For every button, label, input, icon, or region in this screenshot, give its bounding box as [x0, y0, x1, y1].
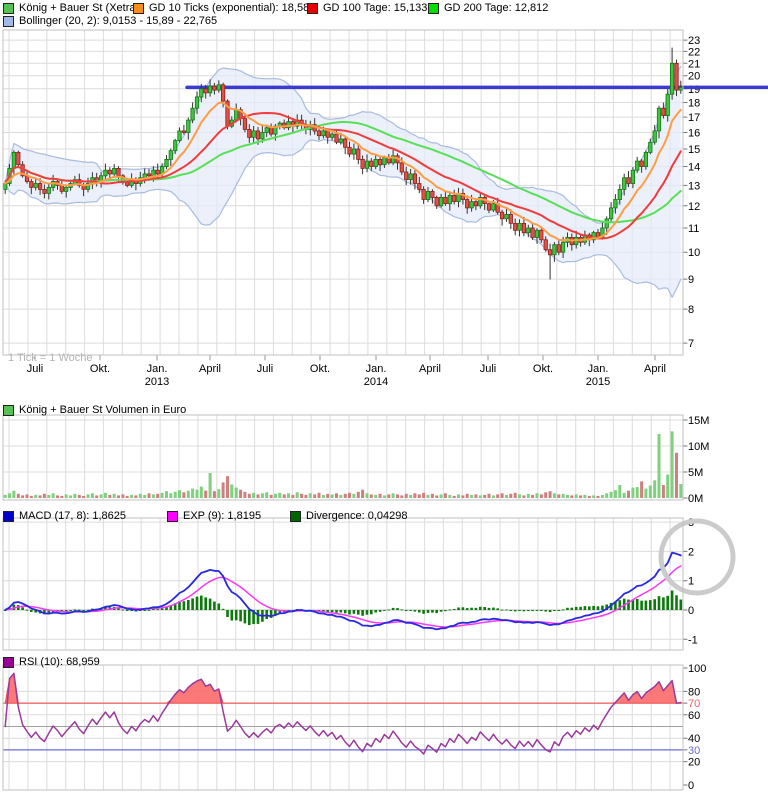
- axis-tick-label: 10M: [688, 441, 709, 453]
- axis-tick-label: 21: [688, 58, 700, 70]
- axis-tick-label: 16: [688, 128, 700, 140]
- axis-tick-label: 0: [688, 605, 694, 617]
- axis-tick-label: 80: [688, 686, 700, 698]
- volume-chart-border: [3, 415, 683, 500]
- axis-tick-label: 17: [688, 112, 700, 124]
- axis-tick-label: 0M: [688, 493, 703, 505]
- axis-tick-label: 10: [688, 247, 700, 259]
- axis-tick-label: Jan.: [147, 363, 168, 375]
- series-swatch-icon: [3, 3, 14, 14]
- axis-tick-label: 1: [688, 576, 694, 588]
- stock-chart-page: 232221201918171615141312111098715M10M5M0…: [0, 0, 768, 796]
- axis-tick-label: Juli: [257, 363, 274, 375]
- gd10-label: GD 10 Ticks (exponential): 18,583: [149, 2, 315, 14]
- gd100-swatch-icon: [307, 3, 318, 14]
- gd200-swatch-icon: [428, 3, 439, 14]
- macd-label: MACD (17, 8): 1,8625: [19, 510, 126, 522]
- axis-tick-label: 13: [688, 180, 700, 192]
- axis-tick-label: 8: [688, 304, 694, 316]
- axis-tick-label: April: [199, 363, 221, 375]
- divergence-swatch-icon: [290, 511, 301, 522]
- rsi-legend-row: RSI (10): 68,959: [0, 656, 768, 668]
- main-legend-row-2: Bollinger (20, 2): 9,0153 - 15,89 - 22,7…: [0, 15, 768, 27]
- axis-tick-label: 14: [688, 162, 700, 174]
- axis-tick-label: 70: [688, 698, 700, 710]
- chart-canvas: 232221201918171615141312111098715M10M5M0…: [0, 0, 768, 796]
- axis-tick-label: -1: [688, 634, 698, 646]
- axis-tick-label: 0: [688, 780, 694, 792]
- volume-swatch-icon: [3, 405, 14, 416]
- bollinger-label: Bollinger (20, 2): 9,0153 - 15,89 - 22,7…: [19, 15, 217, 27]
- axis-tick-label: 12: [688, 201, 700, 213]
- macd-highlight-circle: [661, 521, 733, 593]
- gd100-label: GD 100 Tage: 15,133: [323, 2, 427, 14]
- rsi-chart-border: [3, 665, 683, 790]
- axis-tick-label: Okt.: [310, 363, 330, 375]
- tick-interval-note: 1 Tick = 1 Woche: [8, 352, 92, 364]
- axis-tick-label: 23: [688, 35, 700, 47]
- axis-tick-label: 22: [688, 46, 700, 58]
- axis-tick-label: 2013: [145, 376, 169, 388]
- axis-tick-label: 20: [688, 71, 700, 83]
- exp-swatch-icon: [167, 511, 178, 522]
- axis-tick-label: 2015: [586, 376, 610, 388]
- axis-tick-label: 19: [688, 84, 700, 96]
- axis-tick-label: 7: [688, 338, 694, 350]
- axis-tick-label: 40: [688, 733, 700, 745]
- volume-label: König + Bauer St Volumen in Euro: [19, 404, 186, 416]
- exp-label: EXP (9): 1,8195: [183, 510, 261, 522]
- axis-tick-label: 20: [688, 757, 700, 769]
- volume-legend-row: König + Bauer St Volumen in Euro: [0, 404, 768, 416]
- axis-tick-label: Okt.: [90, 363, 110, 375]
- macd-swatch-icon: [3, 511, 14, 522]
- axis-tick-label: 18: [688, 98, 700, 110]
- axis-tick-label: 9: [688, 274, 694, 286]
- axis-tick-label: 2: [688, 546, 694, 558]
- axis-tick-label: April: [419, 363, 441, 375]
- axis-tick-label: Jan.: [588, 363, 609, 375]
- axis-tick-label: Jan.: [366, 363, 387, 375]
- axis-tick-label: 15: [688, 144, 700, 156]
- axis-tick-label: Juli: [480, 363, 497, 375]
- divergence-label: Divergence: 0,04298: [306, 510, 408, 522]
- axis-tick-label: 11: [688, 223, 699, 235]
- axis-tick-label: April: [644, 363, 666, 375]
- rsi-swatch-icon: [3, 657, 14, 668]
- axis-tick-label: 15M: [688, 415, 709, 427]
- gd200-label: GD 200 Tage: 12,812: [444, 2, 548, 14]
- main-legend-row-1: König + Bauer St (Xetra) GD 10 Ticks (ex…: [0, 2, 768, 14]
- axis-tick-label: 30: [688, 745, 700, 757]
- rsi-label: RSI (10): 68,959: [19, 656, 100, 668]
- axis-tick-label: 2014: [364, 376, 388, 388]
- macd-legend-row: MACD (17, 8): 1,8625 EXP (9): 1,8195 Div…: [0, 510, 768, 522]
- axis-tick-label: Okt.: [533, 363, 553, 375]
- axis-tick-label: 5M: [688, 467, 703, 479]
- macd-chart-border: [3, 518, 683, 650]
- axis-tick-label: 60: [688, 710, 700, 722]
- bollinger-swatch-icon: [3, 16, 14, 27]
- axis-tick-label: Juli: [27, 363, 44, 375]
- series-label: König + Bauer St (Xetra): [19, 2, 139, 14]
- gd10-swatch-icon: [133, 3, 144, 14]
